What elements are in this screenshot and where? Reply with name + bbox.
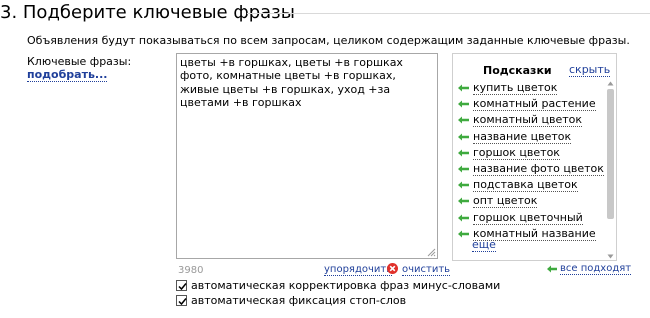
add-arrow-icon[interactable] (458, 100, 469, 108)
suggestion-item[interactable]: подставка цветок (453, 178, 603, 194)
left-arrow-icon[interactable] (547, 265, 557, 273)
add-arrow-icon[interactable] (458, 149, 469, 157)
suggestion-item[interactable]: комнатный растение (453, 97, 603, 113)
char-counter: 3980 (178, 265, 204, 276)
suggestion-label[interactable]: купить цветок (473, 81, 558, 95)
more-suggestions-link[interactable]: еще (472, 239, 496, 252)
add-arrow-icon[interactable] (458, 165, 469, 173)
scroll-thumb[interactable] (607, 89, 614, 219)
section-description: Объявления будут показываться по всем за… (27, 34, 630, 47)
suggestion-label[interactable]: опт цветок (473, 194, 538, 209)
add-arrow-icon[interactable] (458, 230, 469, 238)
sort-link[interactable]: упорядочить (324, 264, 393, 276)
clear-link[interactable]: очистить (402, 264, 451, 276)
add-arrow-icon[interactable] (458, 197, 469, 205)
suggestion-item[interactable]: название фото цветок (453, 162, 604, 178)
autocorrect-label[interactable]: автоматическая корректировка фраз минус-… (191, 279, 500, 292)
hide-suggestions-link[interactable]: скрыть (569, 64, 611, 77)
clear-icon[interactable] (387, 263, 398, 274)
autocorrect-checkbox[interactable] (176, 280, 187, 291)
suggestion-label[interactable]: подставка цветок (473, 178, 578, 193)
suggestion-label[interactable]: название цветок (473, 130, 572, 144)
checkmark-icon (178, 298, 187, 306)
title-divider (247, 13, 650, 14)
scroll-up-icon[interactable] (607, 80, 614, 87)
add-arrow-icon[interactable] (458, 116, 469, 124)
add-all-suggestions-link[interactable]: все подходят (560, 263, 632, 275)
suggestions-scrollbar[interactable] (606, 80, 615, 260)
stopwords-label[interactable]: автоматическая фиксация стоп-слов (191, 294, 406, 307)
suggestion-item[interactable]: горшок цветок (453, 146, 603, 162)
scroll-down-icon[interactable] (607, 253, 614, 260)
suggestion-item[interactable]: опт цветок (453, 194, 603, 210)
add-arrow-icon[interactable] (458, 214, 469, 222)
pick-keywords-link[interactable]: подобрать... (27, 68, 108, 82)
add-arrow-icon[interactable] (458, 181, 469, 189)
resize-grip-icon[interactable] (427, 248, 436, 257)
suggestion-item[interactable]: название цветок (453, 130, 603, 146)
suggestion-label[interactable]: комнатный растение (473, 97, 596, 112)
keywords-textarea[interactable]: цветы +в горшках, цветы +в горшках фото,… (176, 53, 438, 259)
stopwords-checkbox[interactable] (176, 295, 187, 306)
suggestion-label[interactable]: горшок цветок (473, 146, 560, 160)
suggestion-item[interactable]: купить цветок (453, 81, 603, 97)
keywords-label: Ключевые фразы: (27, 55, 132, 68)
suggestion-label[interactable]: комнатный цветок (473, 113, 583, 128)
add-arrow-icon[interactable] (458, 84, 469, 92)
keywords-text[interactable]: цветы +в горшках, цветы +в горшках фото,… (180, 56, 434, 110)
checkmark-icon (178, 283, 187, 291)
suggestion-label[interactable]: название фото цветок (473, 162, 604, 176)
add-arrow-icon[interactable] (458, 133, 469, 141)
suggestions-panel: Подсказки скрыть купить цветок комнатный … (452, 53, 617, 261)
suggestion-item[interactable]: горшок цветочный (453, 211, 603, 227)
suggestion-item[interactable]: комнатный цветок (453, 113, 603, 129)
suggestions-title: Подсказки (483, 64, 552, 77)
suggestion-label[interactable]: горшок цветочный (473, 211, 583, 225)
